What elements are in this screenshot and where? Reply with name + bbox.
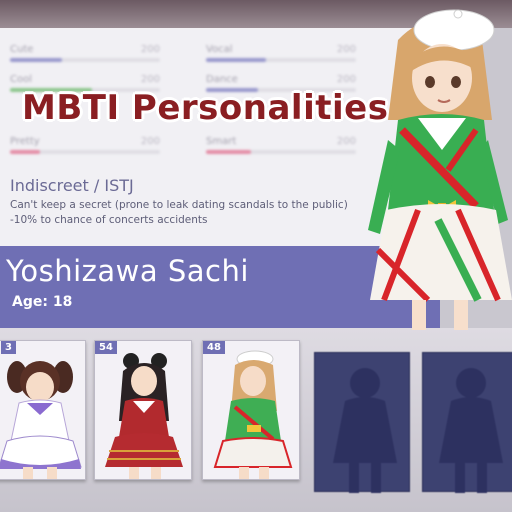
trait-description: Can't keep a secret (prone to leak datin… <box>10 198 348 228</box>
stat-value: 200 <box>336 44 356 55</box>
stat-cute: Cute 200 <box>10 44 160 64</box>
stat-label: Cute <box>10 44 34 55</box>
trait-name: Indiscreet / ISTJ <box>10 176 134 195</box>
idol-portrait-3 <box>203 341 299 479</box>
stat-smart: Smart 200 <box>206 136 356 156</box>
trait-line-1: Can't keep a secret (prone to leak datin… <box>10 199 348 211</box>
character-name: Yoshizawa Sachi <box>6 254 249 288</box>
idol-card-3[interactable]: 48 <box>202 340 300 480</box>
stat-label: Smart <box>206 136 237 147</box>
card-level-badge: 54 <box>95 341 117 354</box>
card-level-badge: 3 <box>1 341 16 354</box>
character-portrait <box>368 9 512 330</box>
locked-card-1[interactable] <box>314 352 410 493</box>
stat-label: Vocal <box>206 44 233 55</box>
card-level-badge: 48 <box>203 341 225 354</box>
stat-vocal: Vocal 200 <box>206 44 356 64</box>
character-age: Age: 18 <box>12 294 73 310</box>
stat-label: Pretty <box>10 136 40 147</box>
idol-portrait-1 <box>0 341 85 479</box>
idol-card-2[interactable]: 54 <box>94 340 192 480</box>
stat-label: Dance <box>206 74 238 85</box>
stat-pretty: Pretty 200 <box>10 136 160 156</box>
stat-value: 200 <box>140 74 160 85</box>
mbti-title-overlay: MBTI Personalities <box>22 88 389 128</box>
trait-line-2: -10% to chance of concerts accidents <box>10 214 208 226</box>
stat-label: Cool <box>10 74 32 85</box>
locked-card-2[interactable] <box>422 352 512 493</box>
stat-value: 200 <box>336 136 356 147</box>
idol-portrait-2 <box>95 341 191 479</box>
silhouette-icon <box>333 368 397 493</box>
silhouette-icon <box>439 368 503 493</box>
idol-card-1[interactable]: 3 <box>0 340 86 480</box>
stat-value: 200 <box>140 44 160 55</box>
stat-value: 200 <box>140 136 160 147</box>
stat-value: 200 <box>336 74 356 85</box>
